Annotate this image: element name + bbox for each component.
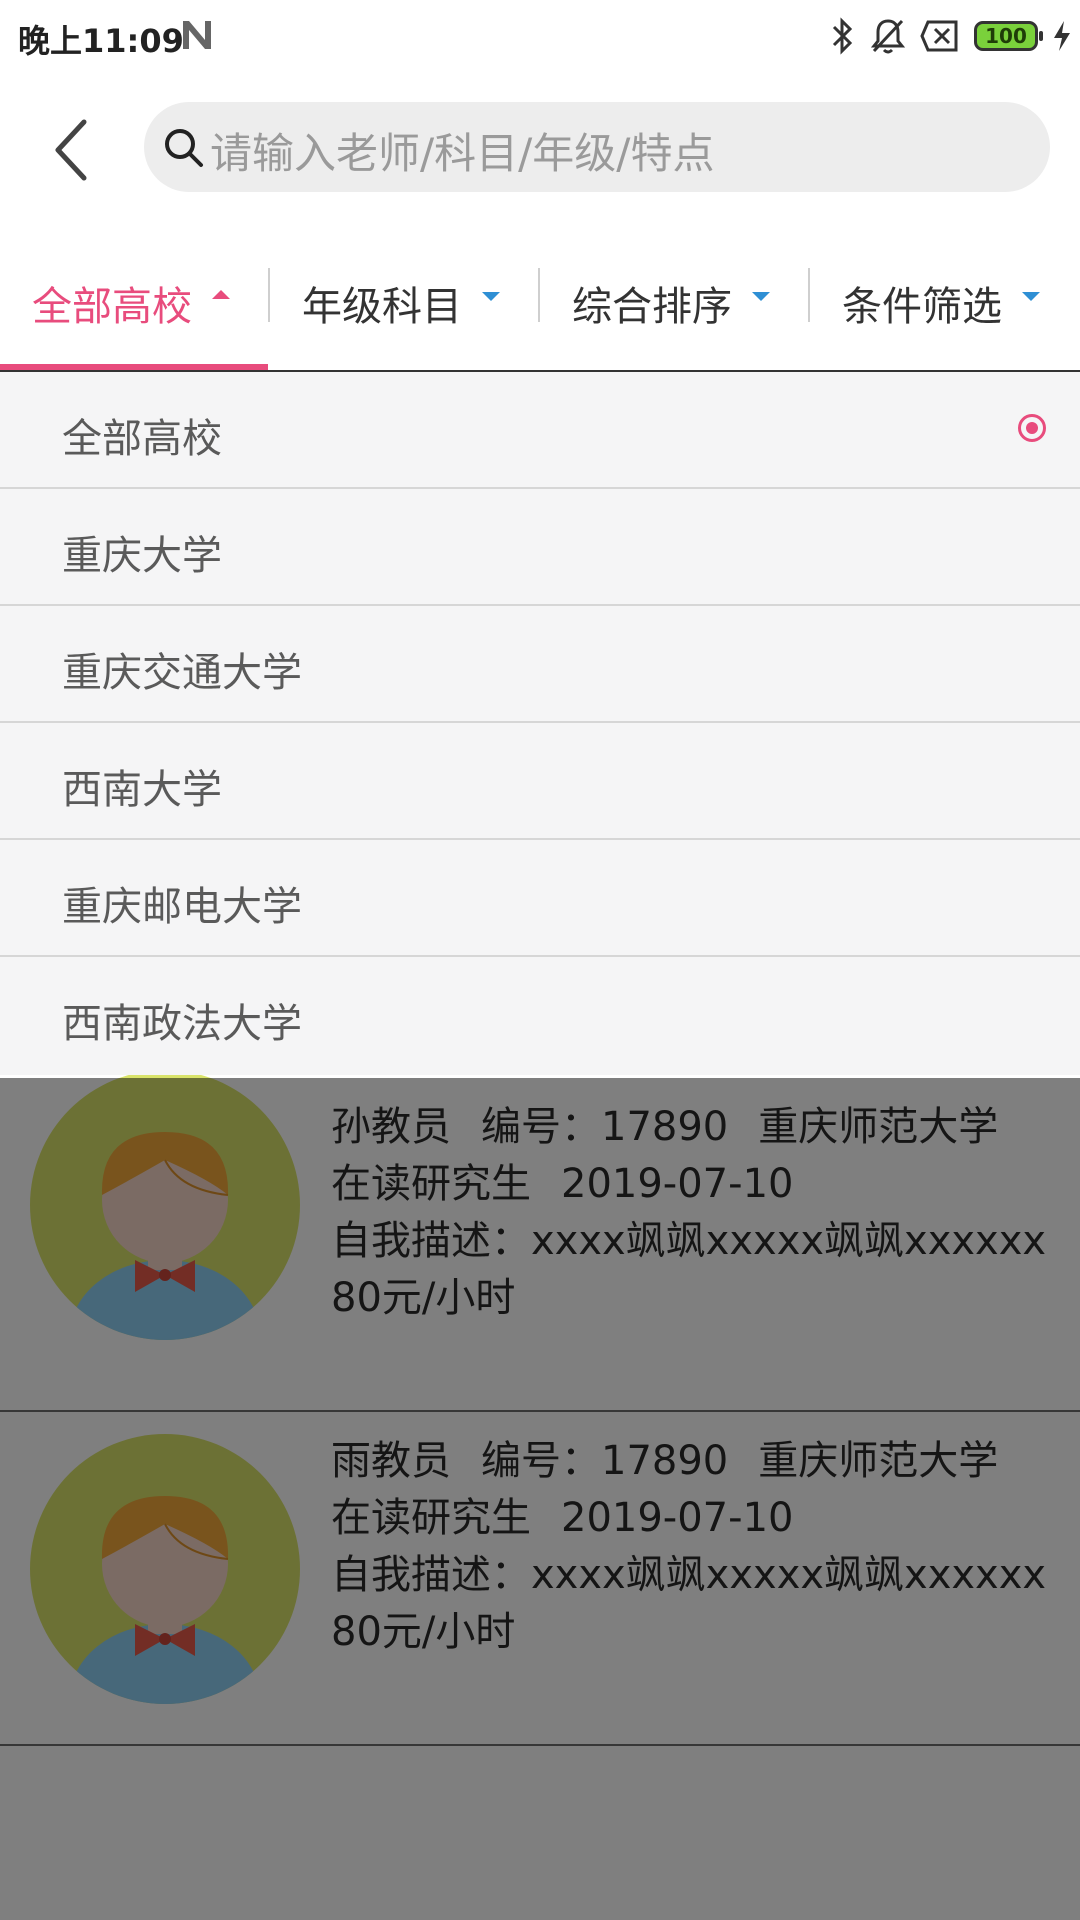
tab-label: 年级科目 xyxy=(302,284,462,330)
search-icon xyxy=(165,129,203,167)
back-arrow-icon[interactable] xyxy=(40,110,110,190)
filter-tabs: 全部高校 年级科目 综合排序 条件筛选 xyxy=(0,260,1080,372)
tab-sort[interactable]: 综合排序 xyxy=(540,260,810,370)
caret-down-icon xyxy=(1022,292,1040,301)
status-time: 晚上11:09 xyxy=(18,22,184,60)
status-bar: 晚上11:09 100 xyxy=(0,0,1080,72)
dropdown-item-label: 重庆大学 xyxy=(62,533,222,579)
dropdown-item-label: 重庆交通大学 xyxy=(62,650,302,696)
search-input[interactable]: 请输入老师/科目/年级/特点 xyxy=(144,102,1050,192)
charging-icon xyxy=(1054,21,1070,51)
caret-down-icon xyxy=(482,292,500,301)
dropdown-item-label: 西南大学 xyxy=(62,767,222,813)
status-icons: 100 xyxy=(830,14,1072,58)
battery-icon: 100 xyxy=(974,21,1043,51)
n-notification-icon xyxy=(183,21,211,49)
radio-selected-icon xyxy=(1018,414,1046,442)
university-dropdown: 全部高校 重庆大学 重庆交通大学 西南大学 重庆邮电大学 西南政法大学 xyxy=(0,372,1080,1075)
dropdown-item-southwest-politics-law[interactable]: 西南政法大学 xyxy=(0,957,1080,1075)
dropdown-item-all-universities[interactable]: 全部高校 xyxy=(0,372,1080,489)
tab-label: 综合排序 xyxy=(572,284,732,330)
tab-grade-subject[interactable]: 年级科目 xyxy=(270,260,540,370)
caret-down-icon xyxy=(752,292,770,301)
search-placeholder: 请输入老师/科目/年级/特点 xyxy=(210,129,715,178)
battery-level: 100 xyxy=(985,24,1027,48)
tab-all-universities[interactable]: 全部高校 xyxy=(0,260,270,370)
bluetooth-icon xyxy=(832,17,853,55)
dropdown-item-southwest-university[interactable]: 西南大学 xyxy=(0,723,1080,840)
dropdown-item-chongqing-jiaotong[interactable]: 重庆交通大学 xyxy=(0,606,1080,723)
tab-label: 全部高校 xyxy=(32,284,192,330)
tab-label: 条件筛选 xyxy=(842,284,1002,330)
caret-up-icon xyxy=(212,290,230,299)
dropdown-item-label: 西南政法大学 xyxy=(62,1001,302,1047)
dropdown-item-label: 重庆邮电大学 xyxy=(62,884,302,930)
dropdown-item-chongqing-university[interactable]: 重庆大学 xyxy=(0,489,1080,606)
sim-card-x-icon xyxy=(920,20,958,52)
dropdown-item-label: 全部高校 xyxy=(62,416,222,462)
dropdown-item-chongqing-posts-telecom[interactable]: 重庆邮电大学 xyxy=(0,840,1080,957)
tab-filter[interactable]: 条件筛选 xyxy=(810,260,1080,370)
dim-overlay[interactable] xyxy=(0,1078,1080,1920)
bell-muted-icon xyxy=(870,19,906,54)
active-tab-indicator xyxy=(0,364,268,370)
